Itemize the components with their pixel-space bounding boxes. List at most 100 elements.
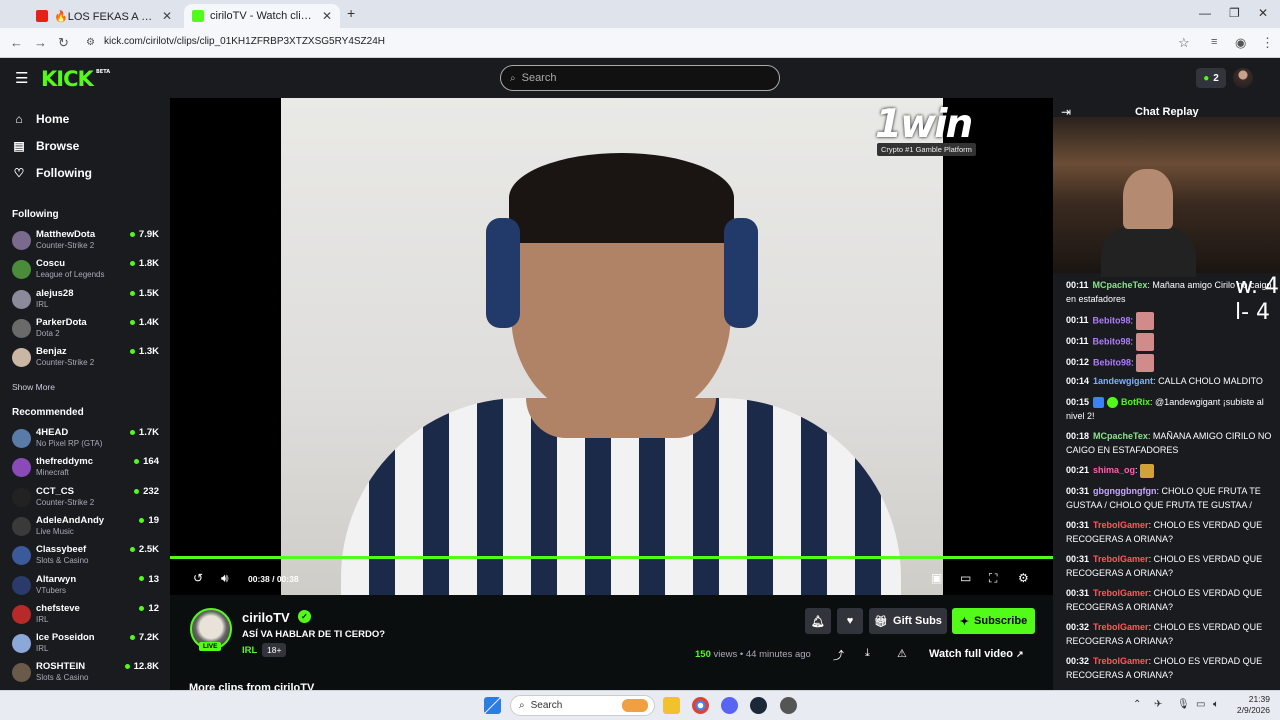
kick-logo[interactable]: KICK BETA [41, 67, 110, 91]
report-icon[interactable]: ⚠ [897, 647, 907, 660]
discord-icon[interactable] [721, 697, 738, 714]
message-username[interactable]: TrebolGamer [1093, 520, 1149, 530]
tray-chevron-icon[interactable]: ⌃ [1133, 699, 1141, 710]
live-dot-icon [129, 261, 135, 267]
download-icon[interactable]: ⤓ [865, 647, 870, 660]
speaker-icon[interactable]: 🔈︎ [1213, 699, 1219, 710]
file-explorer-icon[interactable] [663, 697, 680, 714]
viewer-count: 232 [134, 486, 159, 497]
volume-icon[interactable]: 🔊︎ [221, 571, 229, 586]
steam-icon[interactable] [750, 697, 767, 714]
sidebar-channel[interactable]: chefsteve IRL 12 [12, 602, 162, 628]
message-username[interactable]: TrebolGamer [1093, 656, 1149, 666]
pip-icon[interactable]: ▣ [931, 571, 942, 585]
sidebar-channel[interactable]: ROSHTEIN Slots & Casino 12.8K [12, 660, 162, 686]
network-icon[interactable]: ▭ [1196, 699, 1205, 710]
channel-name[interactable]: ciriloTV [242, 610, 290, 625]
close-window-icon[interactable]: ✕ [1258, 6, 1268, 20]
message-username[interactable]: TrebolGamer [1093, 554, 1149, 564]
message-username[interactable]: shima_og [1093, 465, 1135, 475]
viewer-count-value: 232 [143, 485, 159, 497]
home-icon: ⌂ [15, 112, 23, 126]
new-tab-button[interactable]: + [347, 5, 355, 21]
close-tab-icon[interactable]: ✕ [322, 9, 332, 23]
sidebar-channel[interactable]: Classybeef Slots & Casino 2.5K [12, 543, 162, 569]
chat-message: 00:31 TrebolGamer: CHOLO ES VERDAD QUE RE… [1066, 554, 1263, 578]
progress-bar[interactable] [170, 556, 1053, 559]
nav-following[interactable]: ♡ Following [12, 166, 92, 180]
sidebar-channel[interactable]: thefreddymc Minecraft 164 [12, 455, 162, 481]
notification-bell-button[interactable]: 🔔︎ [805, 608, 831, 634]
bookmark-star-icon[interactable]: ☆ [1178, 35, 1190, 51]
message-time: 00:11 [1066, 336, 1089, 347]
share-icon[interactable]: ⤴ [833, 647, 844, 663]
channel-name: MatthewDota [36, 229, 96, 240]
show-more-link[interactable]: Show More [12, 382, 55, 392]
sidebar-channel[interactable]: CCT_CS Counter-Strike 2 232 [12, 485, 162, 511]
minimize-icon[interactable]: — [1199, 6, 1211, 20]
gift-subs-button[interactable]: 🎁︎ Gift Subs [869, 608, 947, 634]
category-link[interactable]: IRL [242, 645, 257, 656]
forward-icon[interactable]: → [34, 35, 47, 50]
chrome-icon[interactable] [692, 697, 709, 714]
channel-name: ROSHTEIN [36, 661, 86, 673]
close-tab-icon[interactable]: ✕ [162, 9, 172, 23]
sidebar-channel[interactable]: alejus28 IRL 1.5K [12, 287, 162, 313]
message-username[interactable]: BotRix [1121, 397, 1150, 407]
taskbar-search[interactable]: ⌕ Search [510, 695, 655, 716]
message-username[interactable]: TrebolGamer [1093, 588, 1149, 598]
browser-tab-active[interactable]: ciriloTV - Watch clips on Kick ✕ [184, 4, 340, 28]
settings-icon[interactable]: ⚙ [1018, 571, 1029, 585]
tray-app-icon[interactable]: ✈ [1154, 699, 1162, 710]
sidebar-channel[interactable]: AdeleAndAndy Live Music 19 [12, 514, 162, 540]
browser-tab[interactable]: 🔥LOS FEKAS A LA C4RCEL🔥 - ✕ [28, 4, 180, 28]
restore-icon[interactable]: ❐ [1229, 6, 1240, 20]
viewer-count-value: 1.3K [138, 346, 159, 358]
fullscreen-icon[interactable]: ⛶ [989, 571, 997, 586]
watch-full-video-link[interactable]: Watch full video ↗ [929, 648, 1024, 660]
reload-icon[interactable]: ↻ [58, 35, 69, 51]
sidebar-channel[interactable]: Benjaz Counter-Strike 2 1.3K [12, 345, 162, 371]
channel-category: Counter-Strike 2 [36, 358, 95, 368]
subscribe-button[interactable]: ✦ Subscribe [952, 608, 1035, 634]
sidebar-channel[interactable]: Altarwyn VTubers 13 [12, 573, 162, 599]
heart-icon: ♡ [13, 166, 25, 180]
video-player[interactable]: 1win Crypto #1 Gamble Platform ↺ 🔊︎ 00:3… [170, 98, 1053, 595]
nav-home[interactable]: ⌂ Home [12, 112, 69, 126]
points-badge[interactable]: ● 2 [1196, 68, 1226, 88]
channel-category: IRL [36, 644, 49, 654]
sidebar-channel[interactable]: ParkerDota Dota 2 1.4K [12, 316, 162, 342]
message-username[interactable]: MCpacheTex [1093, 431, 1148, 441]
replay-icon[interactable]: ↺ [193, 571, 203, 585]
system-clock[interactable]: 21:39 2/9/2026 [1230, 694, 1270, 716]
microphone-icon[interactable]: 🎙︎ [1177, 699, 1190, 710]
message-username[interactable]: 1andewgigant [1093, 376, 1153, 386]
url-field[interactable]: kick.com/cirilotv/clips/clip_01KH1ZFRBP3… [104, 36, 385, 47]
theater-mode-icon[interactable]: ▭ [960, 571, 971, 585]
message-username[interactable]: Bebito98 [1093, 315, 1131, 325]
search-input[interactable]: ⌕ Search [500, 65, 780, 91]
viewer-count-value: 1.8K [138, 258, 159, 270]
start-icon[interactable] [484, 697, 501, 714]
sidebar-channel[interactable]: Coscu League of Legends 1.8K [12, 257, 162, 283]
hamburger-menu-icon[interactable]: ☰ [15, 69, 28, 87]
user-avatar[interactable] [1233, 68, 1253, 88]
message-username[interactable]: Bebito98 [1093, 336, 1131, 346]
message-username[interactable]: gbgnggbngfgn [1093, 486, 1156, 496]
sidebar-channel[interactable]: Ice Poseidon IRL 7.2K [12, 631, 162, 657]
media-icon[interactable]: ≡ [1211, 36, 1217, 48]
message-username[interactable]: TrebolGamer [1093, 622, 1149, 632]
menu-dots-icon[interactable]: ⋮ [1261, 35, 1274, 51]
profile-icon[interactable]: ◉ [1235, 35, 1246, 51]
nav-browse[interactable]: ▤ Browse [12, 139, 79, 153]
site-info-icon[interactable]: ⚙ [86, 37, 95, 48]
watch-full-label: Watch full video [929, 648, 1013, 660]
follow-button[interactable]: ♥ [837, 608, 863, 634]
app-icon[interactable] [780, 697, 797, 714]
sidebar-channel[interactable]: 4HEAD No Pixel RP (GTA) 1.7K [12, 426, 162, 452]
message-username[interactable]: MCpacheTex [1093, 280, 1148, 290]
live-dot-icon [129, 290, 135, 296]
sidebar-channel[interactable]: MatthewDota Counter-Strike 2 7.9K [12, 228, 162, 254]
message-username[interactable]: Bebito98 [1093, 357, 1131, 367]
back-icon[interactable]: ← [10, 35, 23, 50]
